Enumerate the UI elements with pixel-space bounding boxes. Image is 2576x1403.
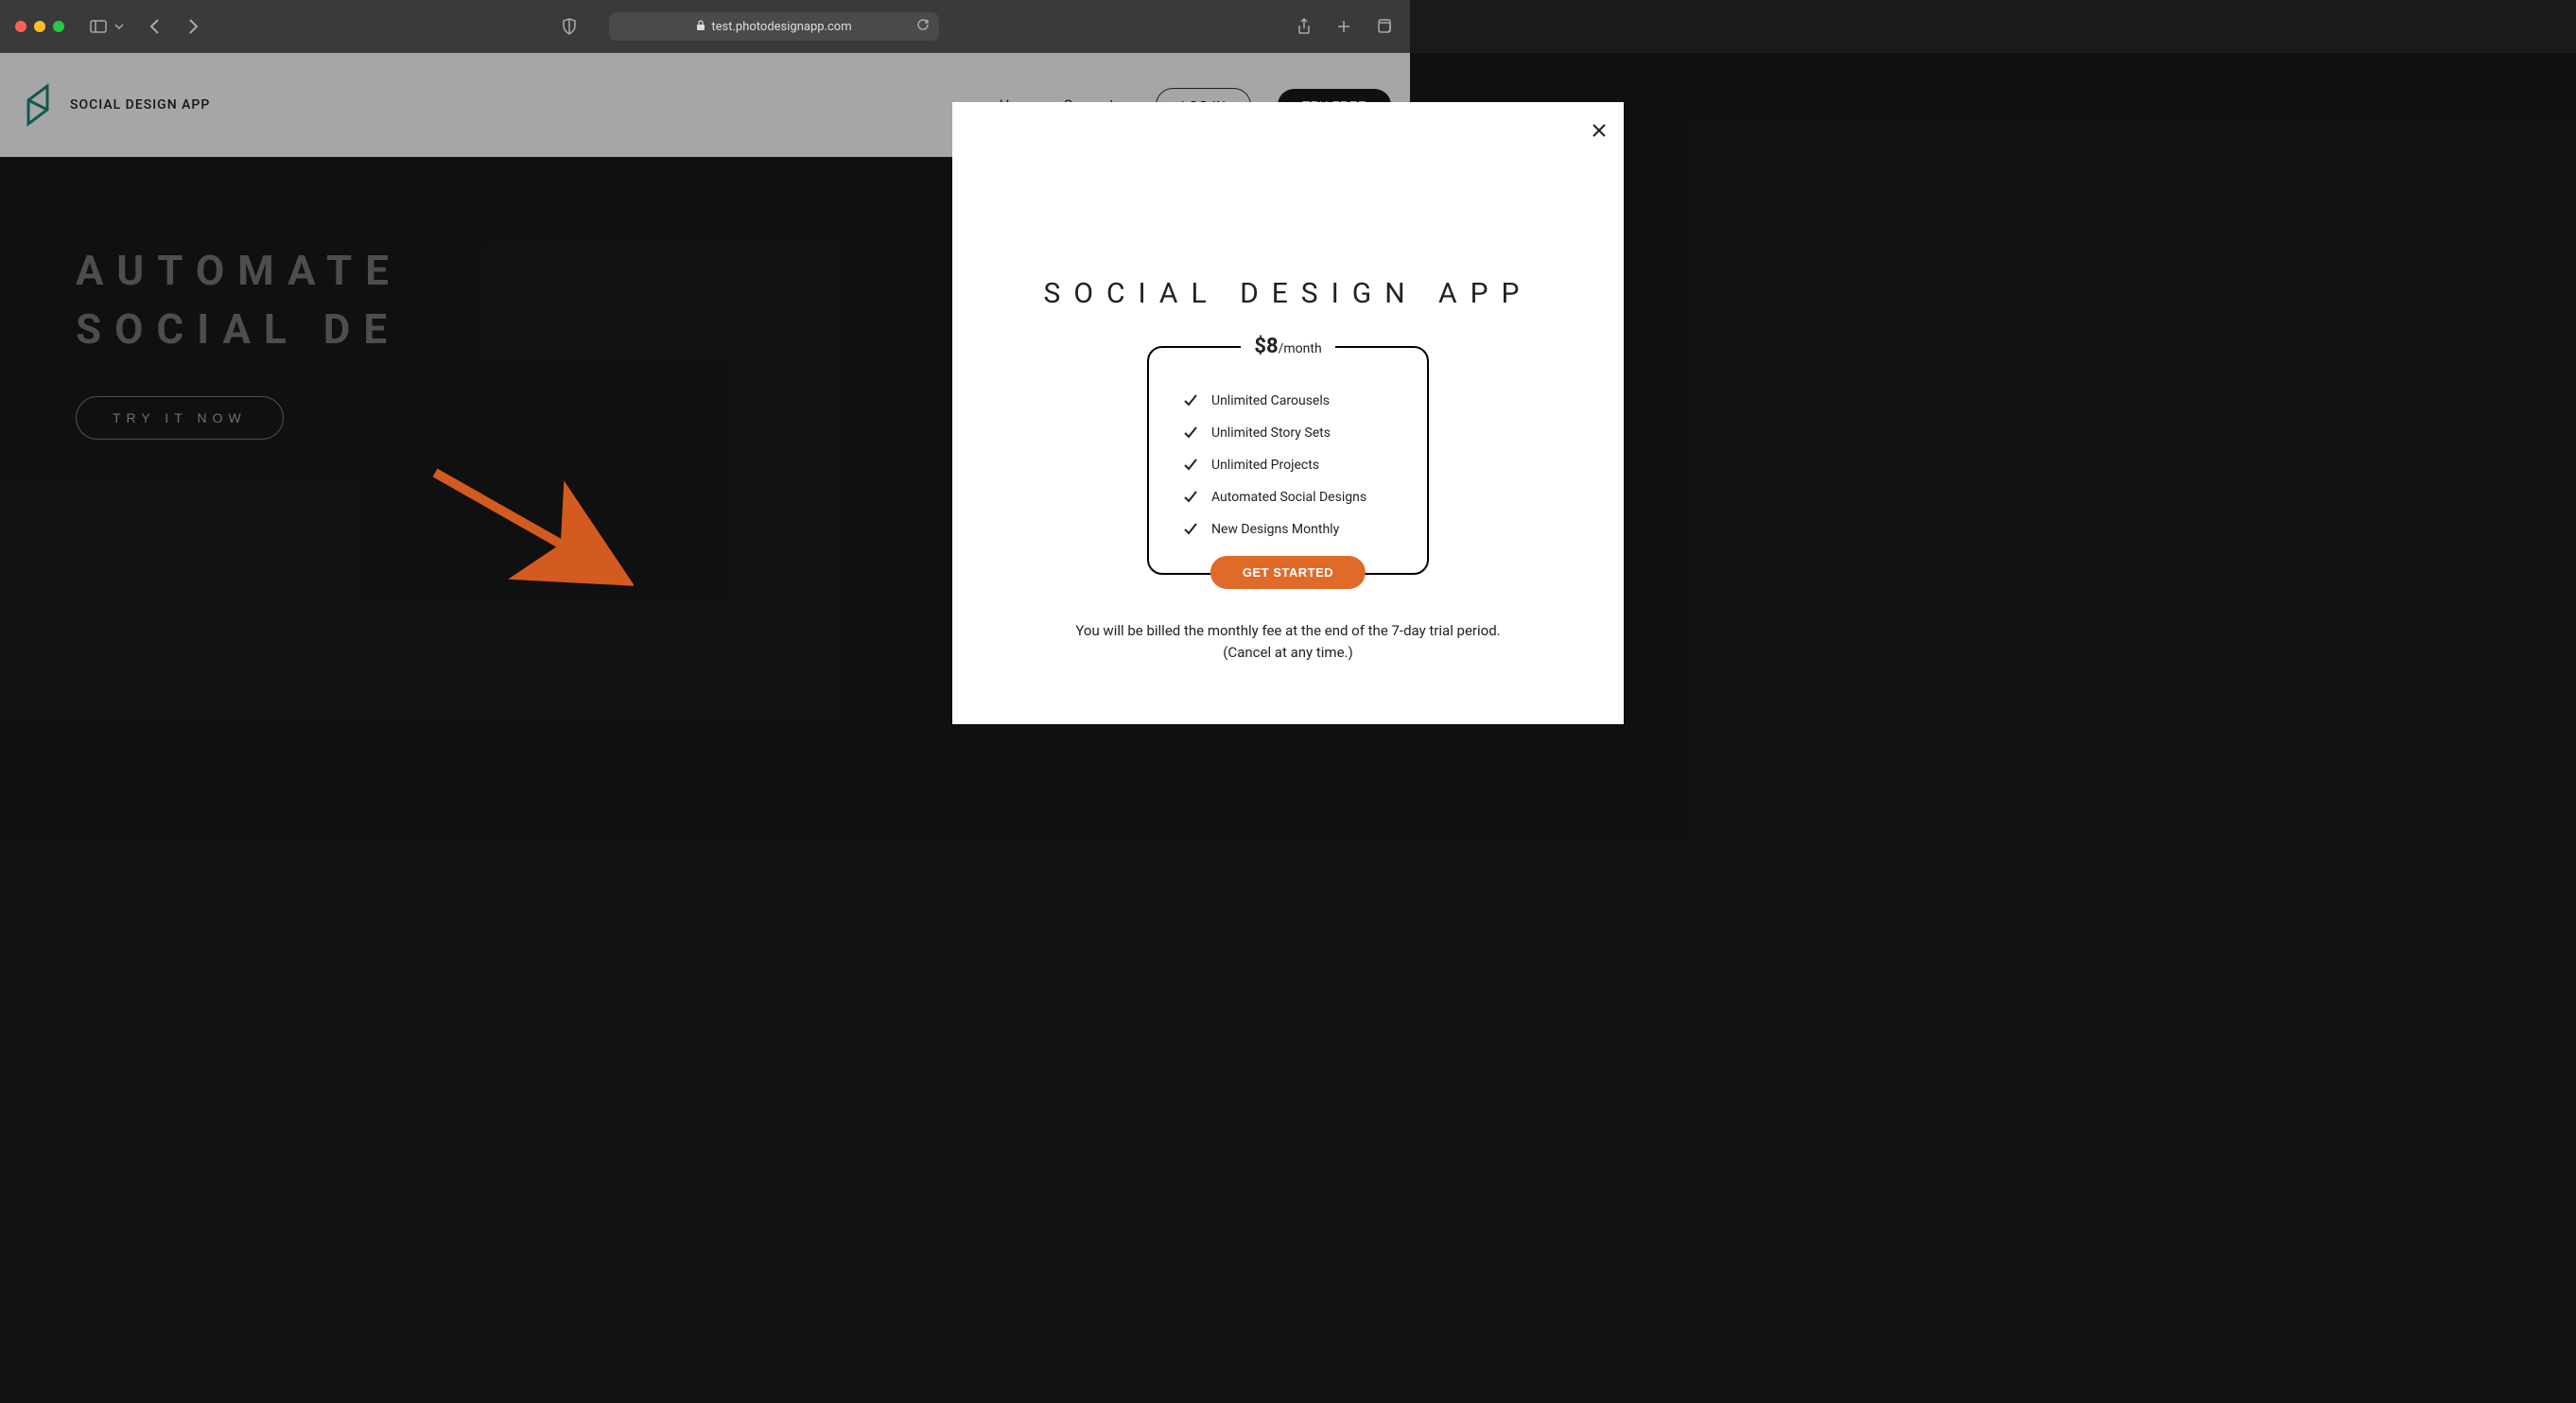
new-tab-icon[interactable] [1332, 15, 1355, 38]
sidebar-toggle-icon[interactable] [87, 15, 110, 38]
check-icon [1183, 490, 1198, 505]
reload-icon[interactable] [916, 18, 930, 35]
close-icon [1592, 123, 1607, 138]
pricing-modal: SOCIAL DESIGN APP $8/month Unlimited Car… [952, 102, 1624, 724]
feature-label: Unlimited Carousels [1211, 393, 1330, 408]
get-started-button[interactable]: GET STARTED [1210, 556, 1366, 589]
feature-list: Unlimited Carousels Unlimited Story Sets… [1183, 393, 1393, 537]
feature-label: New Designs Monthly [1211, 522, 1339, 537]
forward-button[interactable] [182, 15, 204, 38]
modal-footnote: You will be billed the monthly fee at th… [971, 620, 1605, 663]
footnote-line1: You will be billed the monthly fee at th… [971, 620, 1605, 642]
modal-title: SOCIAL DESIGN APP [971, 277, 1605, 310]
close-modal-button[interactable] [1592, 119, 1607, 144]
feature-item: New Designs Monthly [1183, 522, 1393, 537]
price-unit: /month [1279, 341, 1322, 356]
feature-item: Unlimited Carousels [1183, 393, 1393, 408]
check-icon [1183, 393, 1198, 408]
feature-label: Unlimited Story Sets [1211, 425, 1331, 441]
tabs-overview-icon[interactable] [1372, 15, 1395, 38]
lock-icon [696, 20, 705, 34]
check-icon [1183, 458, 1198, 473]
feature-item: Unlimited Projects [1183, 458, 1393, 473]
feature-item: Unlimited Story Sets [1183, 425, 1393, 441]
url-text: test.photodesignapp.com [711, 20, 851, 34]
back-button[interactable] [144, 15, 166, 38]
chevron-down-icon[interactable] [113, 15, 125, 38]
check-icon [1183, 522, 1198, 537]
feature-item: Automated Social Designs [1183, 490, 1393, 505]
footnote-line2: (Cancel at any time.) [971, 642, 1605, 664]
feature-label: Unlimited Projects [1211, 458, 1319, 473]
price-amount: $8 [1254, 335, 1278, 358]
share-icon[interactable] [1293, 15, 1315, 38]
browser-chrome: test.photodesignapp.com [0, 0, 1410, 53]
close-window-button[interactable] [15, 21, 26, 32]
check-icon [1183, 425, 1198, 441]
minimize-window-button[interactable] [34, 21, 45, 32]
privacy-shield-icon[interactable] [558, 15, 581, 38]
feature-label: Automated Social Designs [1211, 490, 1366, 505]
window-controls [15, 21, 64, 32]
plan-box: Unlimited Carousels Unlimited Story Sets… [1147, 346, 1429, 575]
maximize-window-button[interactable] [53, 21, 64, 32]
address-bar[interactable]: test.photodesignapp.com [609, 12, 940, 41]
plan-price: $8/month [1241, 335, 1334, 358]
